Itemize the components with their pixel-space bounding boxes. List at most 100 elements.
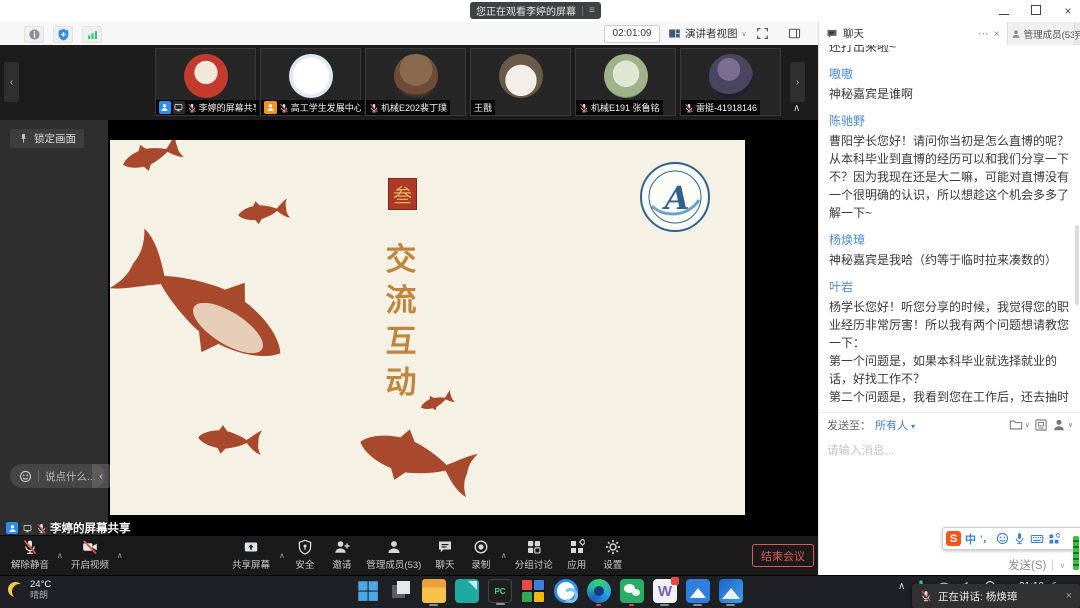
start-button[interactable]: [356, 579, 380, 603]
cloud-docs-icon[interactable]: [686, 579, 710, 603]
running-indicator: [693, 604, 702, 606]
network-quality-icon[interactable]: [82, 26, 102, 43]
invite-button[interactable]: 邀请: [324, 537, 360, 573]
share-caption-text: 李婷的屏幕共享: [50, 520, 131, 536]
smiley-icon[interactable]: [19, 470, 32, 483]
tray-expand-chevron[interactable]: ∧: [898, 581, 905, 592]
end-meeting-button[interactable]: 结束会议: [752, 544, 814, 567]
mic-options-chevron[interactable]: ∧: [57, 551, 63, 560]
ime-voice-icon[interactable]: [1013, 532, 1026, 545]
watching-banner[interactable]: 您正在观看李婷的屏幕 ≡: [470, 2, 601, 19]
participant-tile[interactable]: 李婷的屏幕共享: [155, 48, 256, 116]
chat-more-icon[interactable]: ⋯: [978, 28, 989, 40]
record-button[interactable]: 录制: [464, 537, 498, 573]
quick-comment-bubble[interactable]: 说点什么...: [10, 464, 105, 488]
participant-tile[interactable]: 高工学生发展中心: [260, 48, 361, 116]
participant-name: 李婷的屏幕共享: [199, 101, 256, 114]
ime-lang-toggle[interactable]: 中: [965, 531, 976, 547]
mention-member-button[interactable]: ∨: [1052, 418, 1073, 432]
photos-app-icon[interactable]: [719, 579, 743, 603]
message-sender[interactable]: 嗷嗷: [829, 65, 1069, 82]
manage-members-label: 管理成员(53): [366, 557, 421, 571]
tab-members[interactable]: 管理成员(53): [1007, 22, 1074, 45]
breakout-button[interactable]: 分组讨论: [510, 537, 558, 573]
running-indicator: [496, 603, 505, 605]
participant-name: 雷挺-41918146: [696, 101, 757, 114]
participant-tile[interactable]: 机械E191 张鲁铭: [575, 48, 676, 116]
apps-button[interactable]: 应用: [560, 537, 594, 573]
security-button[interactable]: 安全: [288, 537, 322, 573]
manage-members-button[interactable]: 管理成员(53): [362, 537, 426, 573]
participant-tile[interactable]: 王戬: [470, 48, 571, 116]
bubble-collapse-button[interactable]: ‹: [92, 464, 110, 488]
ime-toolbox-icon[interactable]: [1048, 533, 1060, 545]
participant-name: 高工学生发展中心: [291, 101, 361, 114]
panel-menu-button[interactable]: ≡: [1074, 22, 1080, 45]
chat-label: 聊天: [435, 557, 454, 571]
send-to-dropdown[interactable]: 所有人 ▾: [875, 417, 915, 433]
pycharm-icon[interactable]: PC: [488, 579, 512, 603]
pycharm-label: PC: [494, 587, 505, 596]
pin-view-button[interactable]: 锁定画面: [10, 129, 84, 148]
participant-tile[interactable]: 机械E202裴丁璞: [365, 48, 466, 116]
record-options-chevron[interactable]: ∧: [501, 551, 507, 560]
security-shield-icon[interactable]: [53, 26, 73, 43]
chat-close-icon[interactable]: ×: [993, 28, 999, 40]
minimize-button[interactable]: [998, 0, 1010, 22]
toast-close-icon[interactable]: ×: [1066, 590, 1072, 602]
message-sender[interactable]: 杨焕璋: [829, 231, 1069, 248]
meeting-info-button[interactable]: [24, 26, 44, 43]
wps-icon[interactable]: W: [653, 579, 677, 603]
mic-muted-icon: [36, 523, 47, 534]
message-sender[interactable]: 叶岩: [829, 278, 1069, 295]
notes-app-icon[interactable]: [455, 579, 479, 603]
send-to-row: 发送至： 所有人 ▾ ∨ ∨: [819, 412, 1080, 436]
view-mode-label: 演讲者视图: [685, 26, 738, 41]
start-video-button[interactable]: 开启视频: [66, 537, 114, 573]
chat-input[interactable]: [819, 436, 1080, 576]
share-screen-button[interactable]: 共享屏幕: [226, 537, 276, 573]
participant-tile[interactable]: 雷挺-41918146: [680, 48, 781, 116]
camera-muted-icon: [82, 539, 98, 555]
send-message-button[interactable]: 发送(S) ∨: [1008, 556, 1065, 574]
chat-message-list[interactable]: 还打出来啦~ 嗷嗷 神秘嘉宾是谁啊 陈驰野 曹阳学长您好！请问你当初是怎么直博的…: [819, 45, 1080, 407]
fullscreen-button[interactable]: [756, 27, 769, 40]
unmute-button[interactable]: 解除静音: [6, 537, 54, 573]
strip-scroll-left-button[interactable]: ‹: [4, 62, 19, 102]
edge-browser-icon[interactable]: [587, 579, 611, 603]
share-screen-icon: [243, 539, 259, 555]
sogou-ime-bar[interactable]: S 中 ’，: [942, 527, 1080, 550]
sogou-logo-icon[interactable]: S: [946, 531, 961, 546]
mic-muted-icon: [279, 103, 289, 113]
task-view-button[interactable]: [389, 579, 413, 603]
strip-collapse-button[interactable]: ∧: [793, 103, 800, 114]
taskbar-weather-widget[interactable]: 24°C 晴朗: [8, 579, 51, 600]
camera-options-chevron[interactable]: ∧: [117, 551, 123, 560]
view-mode-button[interactable]: 演讲者视图 ∨: [668, 25, 747, 42]
meeting-app-icon[interactable]: [554, 579, 578, 603]
file-explorer-icon[interactable]: [422, 579, 446, 603]
ime-keyboard-icon[interactable]: [1030, 532, 1044, 546]
screen-share-badge-icon: [21, 522, 33, 534]
share-options-chevron[interactable]: ∧: [279, 551, 285, 560]
invite-label: 邀请: [332, 557, 351, 571]
send-file-button[interactable]: ∨: [1009, 418, 1030, 432]
send-options-chevron[interactable]: ∨: [1059, 561, 1065, 570]
participant-name: 机械E191 张鲁铭: [591, 101, 660, 114]
layout-panel-button[interactable]: [788, 27, 801, 40]
message-sender[interactable]: 陈驰野: [829, 112, 1069, 129]
ime-punctuation-toggle[interactable]: ’，: [980, 532, 992, 545]
maximize-button[interactable]: [1030, 0, 1042, 22]
ime-emoji-icon[interactable]: [996, 532, 1009, 545]
chat-button[interactable]: 聊天: [428, 537, 462, 573]
close-button[interactable]: ×: [1062, 0, 1074, 22]
screenshot-button[interactable]: [1034, 418, 1048, 432]
speaking-toast[interactable]: 正在讲话: 杨焕璋 ×: [912, 584, 1080, 608]
chat-scrollbar[interactable]: [1075, 225, 1079, 305]
wechat-icon[interactable]: [620, 579, 644, 603]
strip-scroll-right-button[interactable]: ›: [790, 62, 805, 102]
tab-chat[interactable]: 聊天 ⋯ ×: [819, 22, 1007, 45]
office-suite-icon[interactable]: [521, 579, 545, 603]
settings-button[interactable]: 设置: [596, 537, 630, 573]
banner-menu-icon[interactable]: ≡: [589, 5, 595, 16]
